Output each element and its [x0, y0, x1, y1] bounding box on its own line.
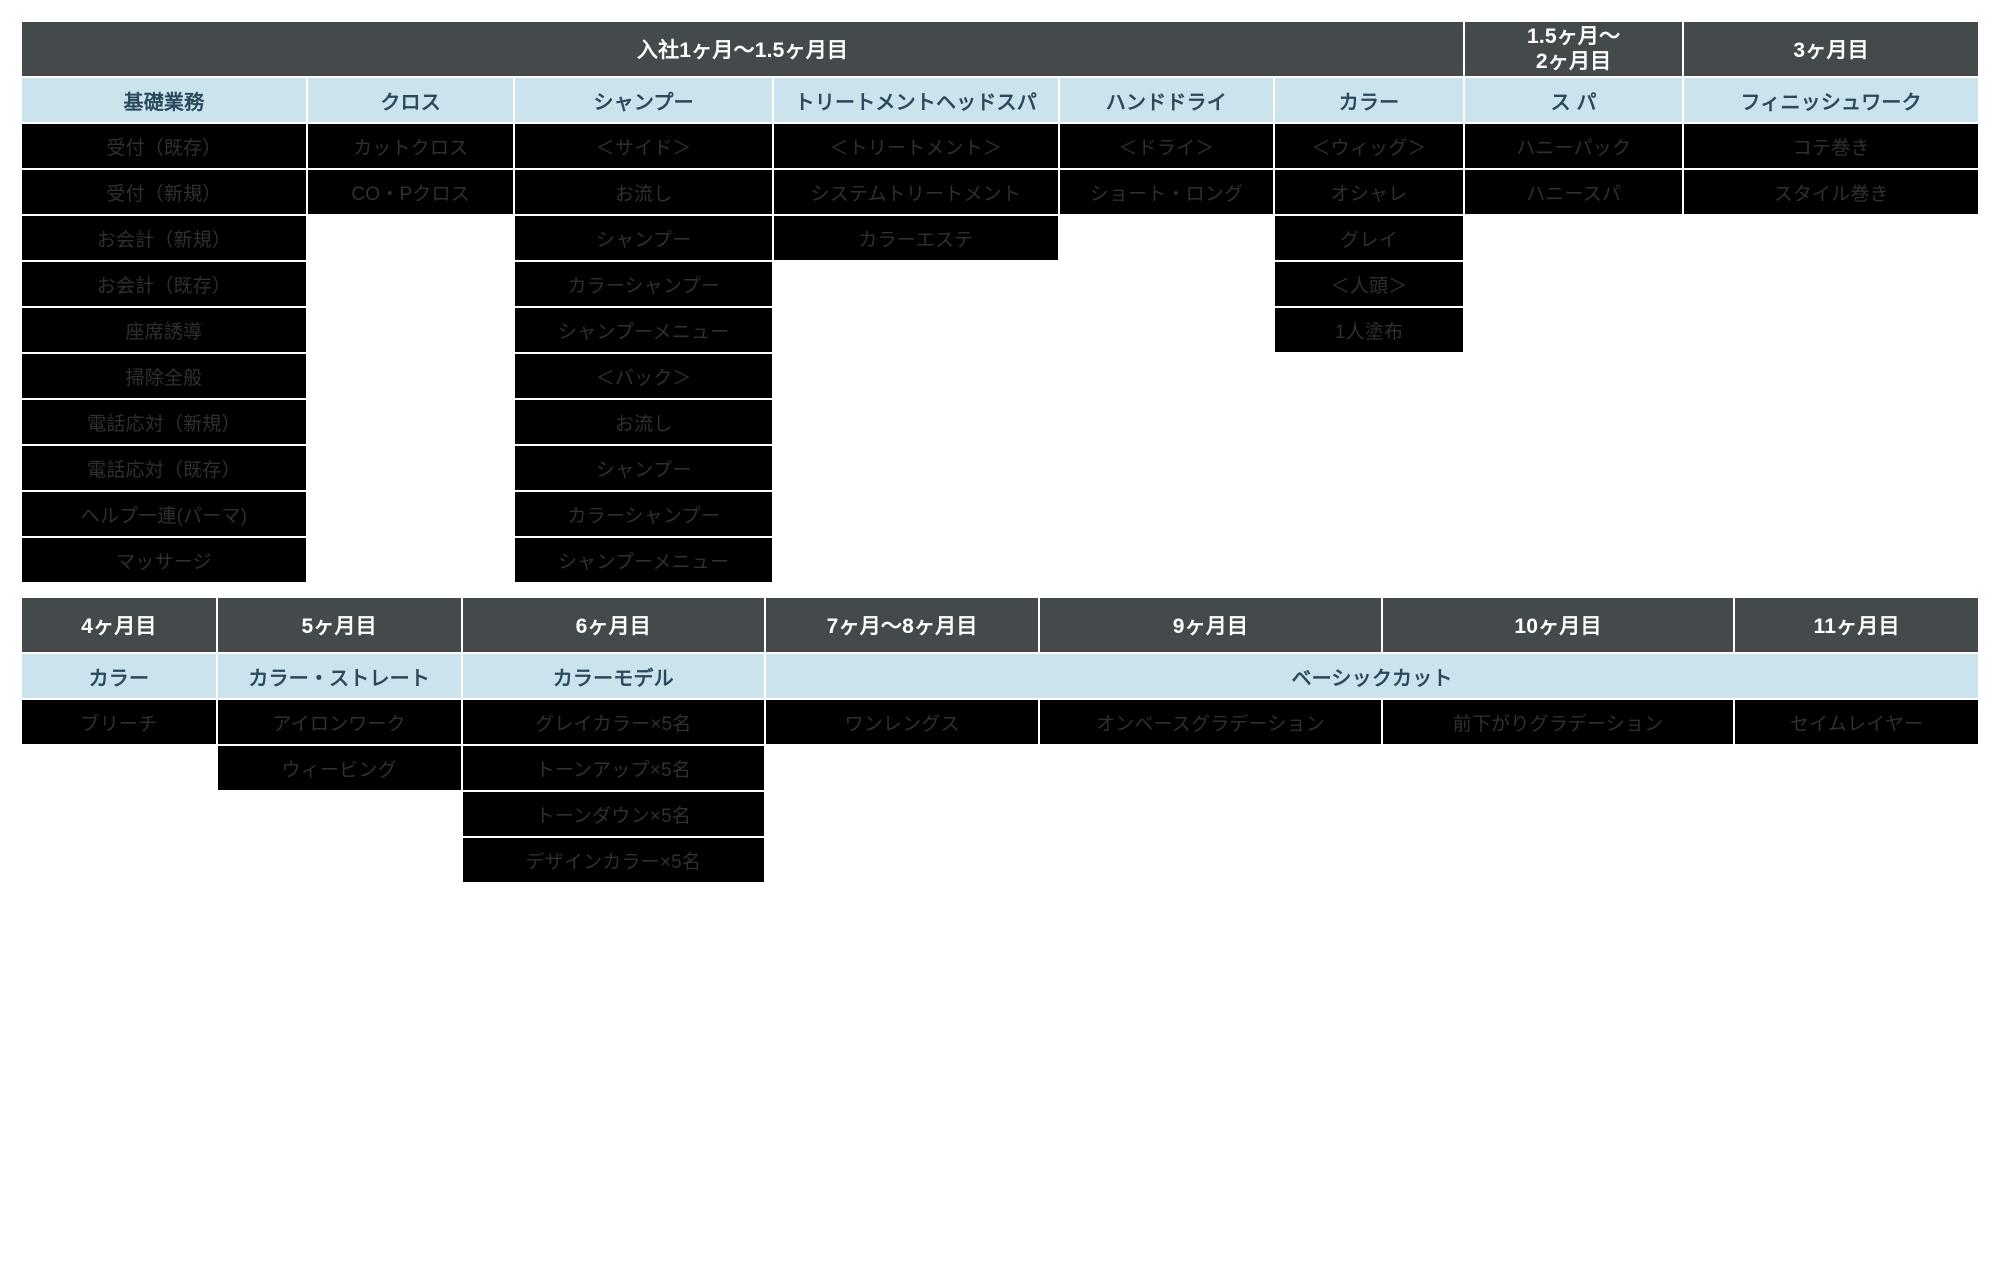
- cell: スタイル巻き: [1683, 169, 1979, 215]
- cell: ＜トリートメント＞: [773, 123, 1059, 169]
- cell: ワンレングス: [765, 699, 1039, 745]
- blank: [1059, 215, 1274, 583]
- cell: マッサージ: [21, 537, 307, 583]
- subheader-cloth: クロス: [307, 77, 515, 123]
- blank: [765, 745, 1979, 883]
- subheader-color: カラー: [1274, 77, 1464, 123]
- header-period-2: 1.5ヶ月〜2ヶ月目: [1464, 21, 1683, 77]
- header-month-11: 11ヶ月目: [1734, 597, 1979, 653]
- cell: グレイカラー×5名: [462, 699, 765, 745]
- cell: グレイ: [1274, 215, 1464, 261]
- cell: お流し: [514, 399, 772, 445]
- cell: シャンプーメニュー: [514, 307, 772, 353]
- training-schedule-table-1: 入社1ヶ月〜1.5ヶ月目 1.5ヶ月〜2ヶ月目 3ヶ月目 基礎業務 クロス シャ…: [20, 20, 1980, 584]
- header-month-4: 4ヶ月目: [21, 597, 217, 653]
- cell: コテ巻き: [1683, 123, 1979, 169]
- subheader-m5-color-straight: カラー・ストレート: [217, 653, 462, 699]
- subheader-treatment: トリートメントヘッドスパ: [773, 77, 1059, 123]
- blank: [773, 261, 1059, 583]
- subheader-finish: フィニッシュワーク: [1683, 77, 1979, 123]
- cell: ヘルプ一連(パーマ): [21, 491, 307, 537]
- cell: 受付（新規）: [21, 169, 307, 215]
- blank: [217, 791, 462, 883]
- header-month-7-8: 7ヶ月〜8ヶ月目: [765, 597, 1039, 653]
- cell: 電話応対（既存）: [21, 445, 307, 491]
- cell: 前下がりグラデーション: [1382, 699, 1734, 745]
- cell: ハニーパック: [1464, 123, 1683, 169]
- cell: カラーエステ: [773, 215, 1059, 261]
- subheader-m4-color: カラー: [21, 653, 217, 699]
- cell: ＜サイド＞: [514, 123, 772, 169]
- cell: ブリーチ: [21, 699, 217, 745]
- cell: ＜ドライ＞: [1059, 123, 1274, 169]
- header-month-10: 10ヶ月目: [1382, 597, 1734, 653]
- cell: シャンプーメニュー: [514, 537, 772, 583]
- subheader-handdry: ハンドドライ: [1059, 77, 1274, 123]
- header-period-1: 入社1ヶ月〜1.5ヶ月目: [21, 21, 1464, 77]
- blank: [307, 215, 515, 583]
- cell: お会計（既存）: [21, 261, 307, 307]
- cell: CO・Pクロス: [307, 169, 515, 215]
- cell: 座席誘導: [21, 307, 307, 353]
- header-month-5: 5ヶ月目: [217, 597, 462, 653]
- cell: ＜ウィッグ＞: [1274, 123, 1464, 169]
- cell: カットクロス: [307, 123, 515, 169]
- subheader-basic-cut: ベーシックカット: [765, 653, 1979, 699]
- cell: ＜人頭＞: [1274, 261, 1464, 307]
- cell: 掃除全般: [21, 353, 307, 399]
- cell: セイムレイヤー: [1734, 699, 1979, 745]
- cell: システムトリートメント: [773, 169, 1059, 215]
- cell: お流し: [514, 169, 772, 215]
- subheader-m6-color-model: カラーモデル: [462, 653, 765, 699]
- cell: 電話応対（新規）: [21, 399, 307, 445]
- blank: [21, 745, 217, 883]
- cell: デザインカラー×5名: [462, 837, 765, 883]
- subheader-spa: ス パ: [1464, 77, 1683, 123]
- cell: ショート・ロング: [1059, 169, 1274, 215]
- cell: トーンアップ×5名: [462, 745, 765, 791]
- cell: カラーシャンプー: [514, 261, 772, 307]
- cell: オンベースグラデーション: [1039, 699, 1382, 745]
- training-schedule-table-2: 4ヶ月目 5ヶ月目 6ヶ月目 7ヶ月〜8ヶ月目 9ヶ月目 10ヶ月目 11ヶ月目…: [20, 596, 1980, 884]
- cell: トーンダウン×5名: [462, 791, 765, 837]
- header-period-3: 3ヶ月目: [1683, 21, 1979, 77]
- subheader-kiso: 基礎業務: [21, 77, 307, 123]
- cell: 受付（既存）: [21, 123, 307, 169]
- cell: シャンプー: [514, 445, 772, 491]
- cell: 1人塗布: [1274, 307, 1464, 353]
- blank: [1464, 215, 1979, 583]
- header-month-6: 6ヶ月目: [462, 597, 765, 653]
- cell: カラーシャンプー: [514, 491, 772, 537]
- header-month-9: 9ヶ月目: [1039, 597, 1382, 653]
- cell: シャンプー: [514, 215, 772, 261]
- subheader-shampoo: シャンプー: [514, 77, 772, 123]
- cell: ハニースパ: [1464, 169, 1683, 215]
- cell: ウィービング: [217, 745, 462, 791]
- cell: ＜バック＞: [514, 353, 772, 399]
- cell: お会計（新規）: [21, 215, 307, 261]
- cell: オシャレ: [1274, 169, 1464, 215]
- cell: アイロンワーク: [217, 699, 462, 745]
- blank: [1274, 353, 1464, 583]
